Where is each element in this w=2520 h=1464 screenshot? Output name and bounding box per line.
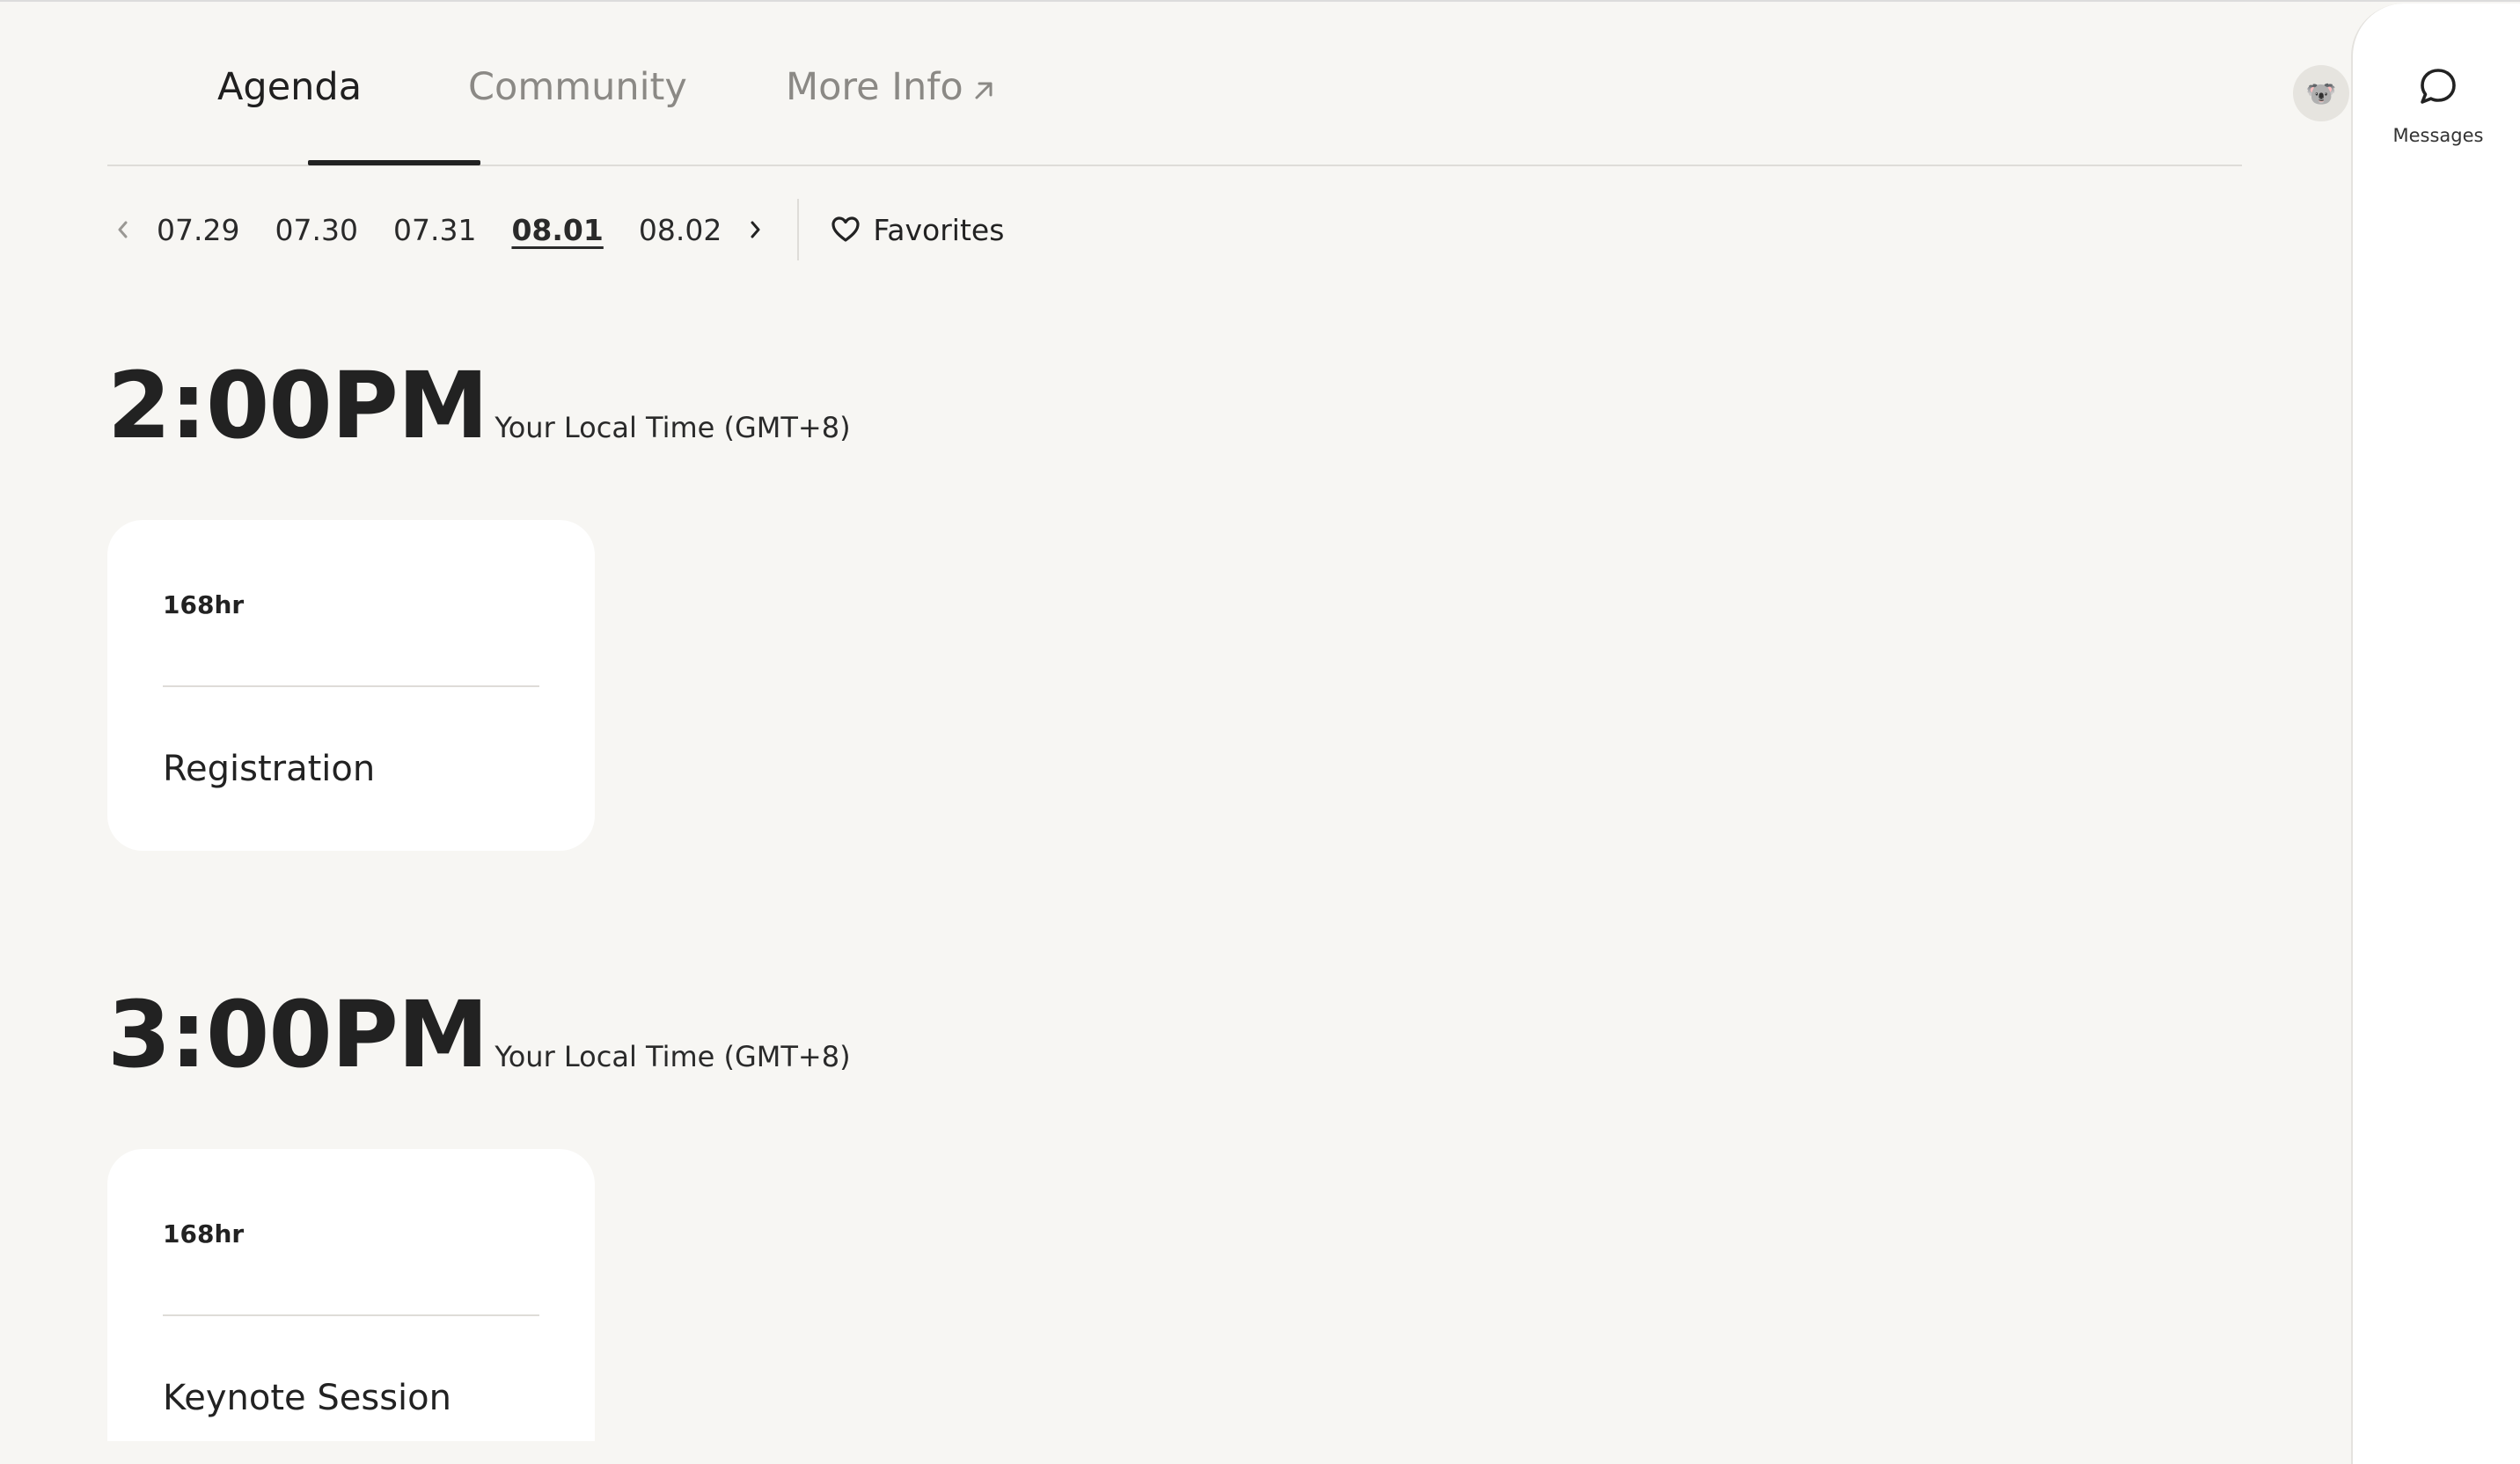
session-duration: 168hr: [163, 590, 245, 619]
time-slot-heading: 3:00PM Your Local Time (GMT+8): [107, 981, 851, 1088]
date-selector: 07.29 07.30 07.31 08.01 08.02 Favorites: [107, 199, 1004, 260]
tab-agenda[interactable]: Agenda: [217, 65, 362, 109]
time-label: 3:00PM: [107, 981, 488, 1088]
heart-icon: [831, 216, 860, 242]
session-card[interactable]: 168hr Keynote Session: [107, 1149, 595, 1441]
favorites-button[interactable]: Favorites: [831, 213, 1004, 247]
card-divider: [163, 1314, 539, 1316]
tab-more-info-label: More Info: [786, 65, 963, 109]
session-title: Keynote Session: [163, 1378, 451, 1418]
date-next-button[interactable]: [739, 214, 771, 245]
user-avatar[interactable]: 🐨: [2293, 65, 2349, 121]
session-card[interactable]: 168hr Registration: [107, 520, 595, 851]
date-item[interactable]: 08.02: [639, 213, 722, 247]
external-link-icon: [972, 68, 995, 112]
tab-more-info[interactable]: More Info: [786, 65, 995, 112]
timezone-label: Your Local Time (GMT+8): [494, 411, 851, 444]
koala-avatar-icon: 🐨: [2305, 78, 2337, 108]
favorites-label: Favorites: [873, 212, 1005, 247]
main-nav: Agenda Community More Info 🐨: [107, 0, 2349, 166]
messages-button[interactable]: Messages: [2353, 65, 2520, 146]
chevron-left-icon: [118, 221, 128, 238]
session-title: Registration: [163, 749, 376, 789]
tab-community[interactable]: Community: [468, 65, 687, 109]
chat-bubble-icon: [2421, 69, 2456, 104]
date-prev-button[interactable]: [107, 214, 139, 245]
messages-label: Messages: [2392, 125, 2484, 146]
date-item[interactable]: 07.29: [157, 213, 239, 247]
side-panel: Messages: [2351, 4, 2520, 1464]
date-item[interactable]: 07.31: [393, 213, 476, 247]
time-slot-heading: 2:00PM Your Local Time (GMT+8): [107, 352, 851, 459]
date-item-selected[interactable]: 08.01: [511, 213, 603, 247]
active-tab-indicator: [308, 160, 480, 165]
card-divider: [163, 685, 539, 687]
chevron-right-icon: [751, 221, 760, 238]
date-item[interactable]: 07.30: [275, 213, 357, 247]
date-divider: [797, 199, 800, 260]
session-duration: 168hr: [163, 1219, 245, 1248]
timezone-label: Your Local Time (GMT+8): [494, 1040, 851, 1073]
time-label: 2:00PM: [107, 352, 488, 459]
